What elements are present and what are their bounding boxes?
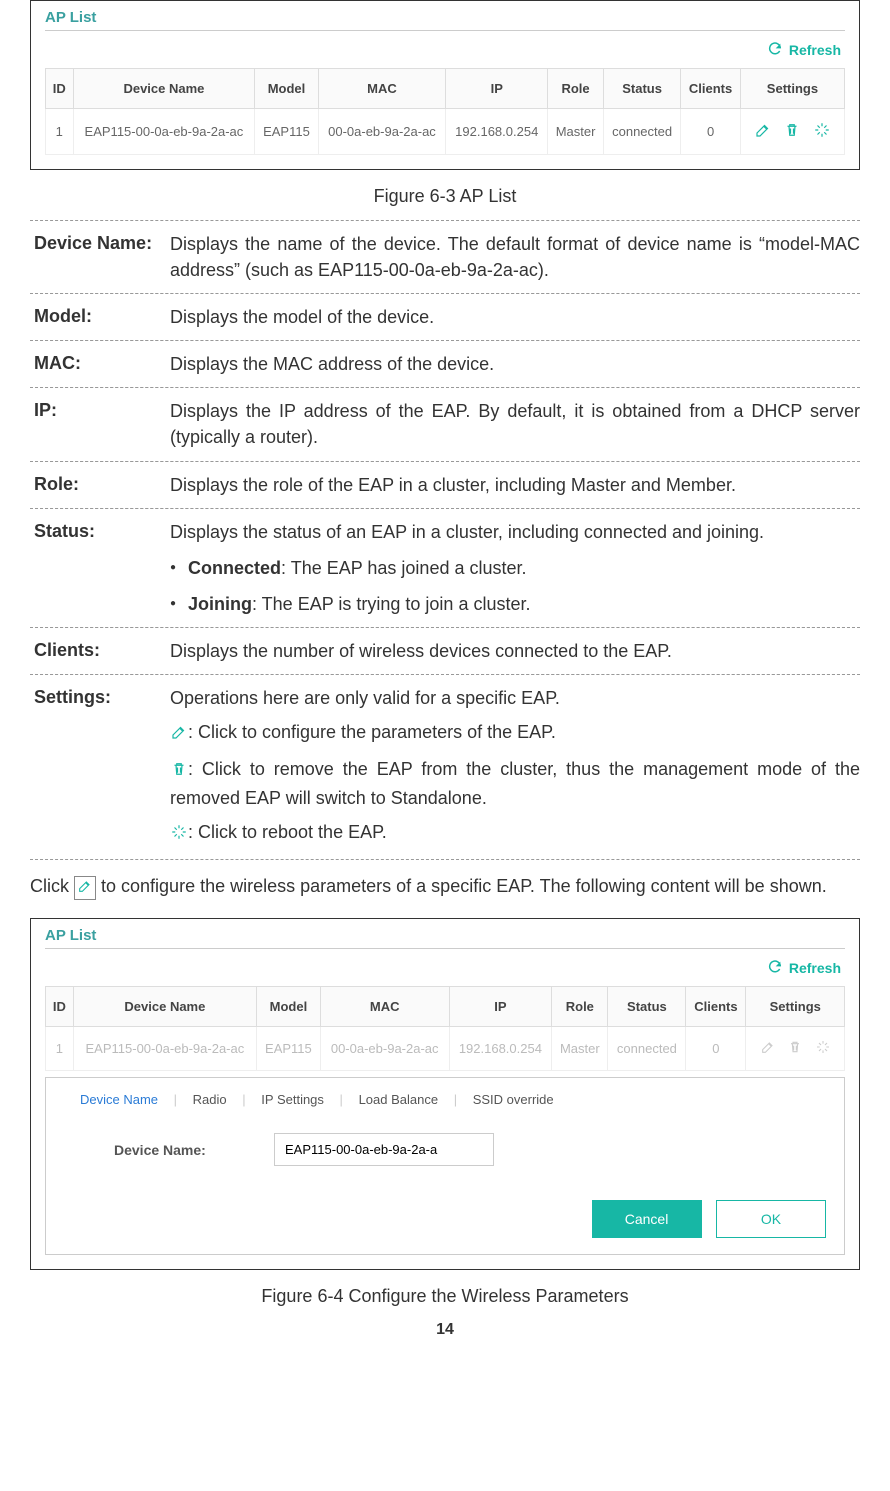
def-ip: IP: Displays the IP address of the EAP. …	[30, 387, 860, 461]
col-role: Role	[548, 69, 604, 109]
edit-icon	[77, 878, 93, 894]
def-device-name: Device Name: Displays the name of the de…	[30, 220, 860, 294]
col-id: ID	[46, 987, 74, 1027]
figure-caption: Figure 6-3 AP List	[30, 186, 860, 207]
refresh-icon	[767, 959, 783, 975]
ap-list-table: ID Device Name Model MAC IP Role Status …	[45, 986, 845, 1071]
col-mac: MAC	[318, 69, 446, 109]
tab-ip-settings[interactable]: IP Settings	[255, 1092, 330, 1107]
cell-clients: 0	[686, 1027, 746, 1071]
trash-icon[interactable]	[787, 1039, 803, 1055]
cell-role: Master	[548, 109, 604, 155]
cell-device-name: EAP115-00-0a-eb-9a-2a-ac	[73, 109, 255, 155]
cell-mac: 00-0a-eb-9a-2a-ac	[320, 1027, 449, 1071]
edit-icon	[170, 723, 188, 741]
cell-ip: 192.168.0.254	[446, 109, 548, 155]
col-clients: Clients	[681, 69, 741, 109]
cell-settings	[740, 109, 844, 155]
edit-icon[interactable]	[754, 121, 772, 139]
cell-id: 1	[46, 1027, 74, 1071]
refresh-icon	[767, 41, 783, 57]
cell-model: EAP115	[257, 1027, 321, 1071]
cell-id: 1	[46, 109, 74, 155]
ap-list-panel-1: AP List Refresh ID Device Name Model MAC…	[30, 0, 860, 170]
cell-settings	[746, 1027, 845, 1071]
def-status: Status: Displays the status of an EAP in…	[30, 508, 860, 628]
figure-caption: Figure 6-4 Configure the Wireless Parame…	[30, 1286, 860, 1307]
configure-box: Device Name | Radio | IP Settings | Load…	[45, 1077, 845, 1255]
cell-model: EAP115	[255, 109, 318, 155]
col-device-name: Device Name	[73, 69, 255, 109]
cell-device-name: EAP115-00-0a-eb-9a-2a-ac	[73, 1027, 256, 1071]
cell-mac: 00-0a-eb-9a-2a-ac	[318, 109, 446, 155]
tab-device-name[interactable]: Device Name	[74, 1092, 164, 1107]
def-mac: MAC: Displays the MAC address of the dev…	[30, 340, 860, 388]
def-model: Model: Displays the model of the device.	[30, 293, 860, 341]
col-status: Status	[608, 987, 686, 1027]
col-role: Role	[552, 987, 608, 1027]
page-number: 14	[30, 1321, 860, 1339]
cell-role: Master	[552, 1027, 608, 1071]
device-name-label: Device Name:	[114, 1142, 274, 1158]
trash-icon[interactable]	[783, 121, 801, 139]
edit-icon[interactable]	[760, 1039, 776, 1055]
ok-button[interactable]: OK	[716, 1200, 826, 1238]
trash-icon	[170, 760, 188, 778]
cell-status: connected	[608, 1027, 686, 1071]
reboot-icon	[170, 823, 188, 841]
panel-title: AP List	[45, 9, 845, 31]
col-ip: IP	[446, 69, 548, 109]
def-settings: Settings: Operations here are only valid…	[30, 674, 860, 859]
body-paragraph: Click to configure the wireless paramete…	[30, 872, 860, 903]
cancel-button[interactable]: Cancel	[592, 1200, 702, 1238]
table-row: 1 EAP115-00-0a-eb-9a-2a-ac EAP115 00-0a-…	[46, 109, 845, 155]
refresh-button[interactable]: Refresh	[767, 42, 841, 58]
table-row: 1 EAP115-00-0a-eb-9a-2a-ac EAP115 00-0a-…	[46, 1027, 845, 1071]
reboot-icon[interactable]	[815, 1039, 831, 1055]
col-model: Model	[255, 69, 318, 109]
def-role: Role: Displays the role of the EAP in a …	[30, 461, 860, 509]
reboot-icon[interactable]	[813, 121, 831, 139]
refresh-button[interactable]: Refresh	[767, 960, 841, 976]
cell-clients: 0	[681, 109, 741, 155]
col-settings: Settings	[746, 987, 845, 1027]
tab-row: Device Name | Radio | IP Settings | Load…	[74, 1092, 826, 1107]
device-name-input[interactable]	[274, 1133, 494, 1166]
panel-title: AP List	[45, 927, 845, 949]
col-status: Status	[603, 69, 680, 109]
col-clients: Clients	[686, 987, 746, 1027]
col-ip: IP	[449, 987, 552, 1027]
ap-list-table: ID Device Name Model MAC IP Role Status …	[45, 68, 845, 155]
col-device-name: Device Name	[73, 987, 256, 1027]
tab-radio[interactable]: Radio	[187, 1092, 233, 1107]
ap-list-panel-2: AP List Refresh ID Device Name Model MAC…	[30, 918, 860, 1270]
bullet-icon: ●	[170, 555, 188, 581]
tab-ssid-override[interactable]: SSID override	[467, 1092, 560, 1107]
col-settings: Settings	[740, 69, 844, 109]
col-mac: MAC	[320, 987, 449, 1027]
cell-status: connected	[603, 109, 680, 155]
cell-ip: 192.168.0.254	[449, 1027, 552, 1071]
tab-load-balance[interactable]: Load Balance	[353, 1092, 445, 1107]
bullet-icon: ●	[170, 591, 188, 617]
col-model: Model	[257, 987, 321, 1027]
def-clients: Clients: Displays the number of wireless…	[30, 627, 860, 675]
col-id: ID	[46, 69, 74, 109]
